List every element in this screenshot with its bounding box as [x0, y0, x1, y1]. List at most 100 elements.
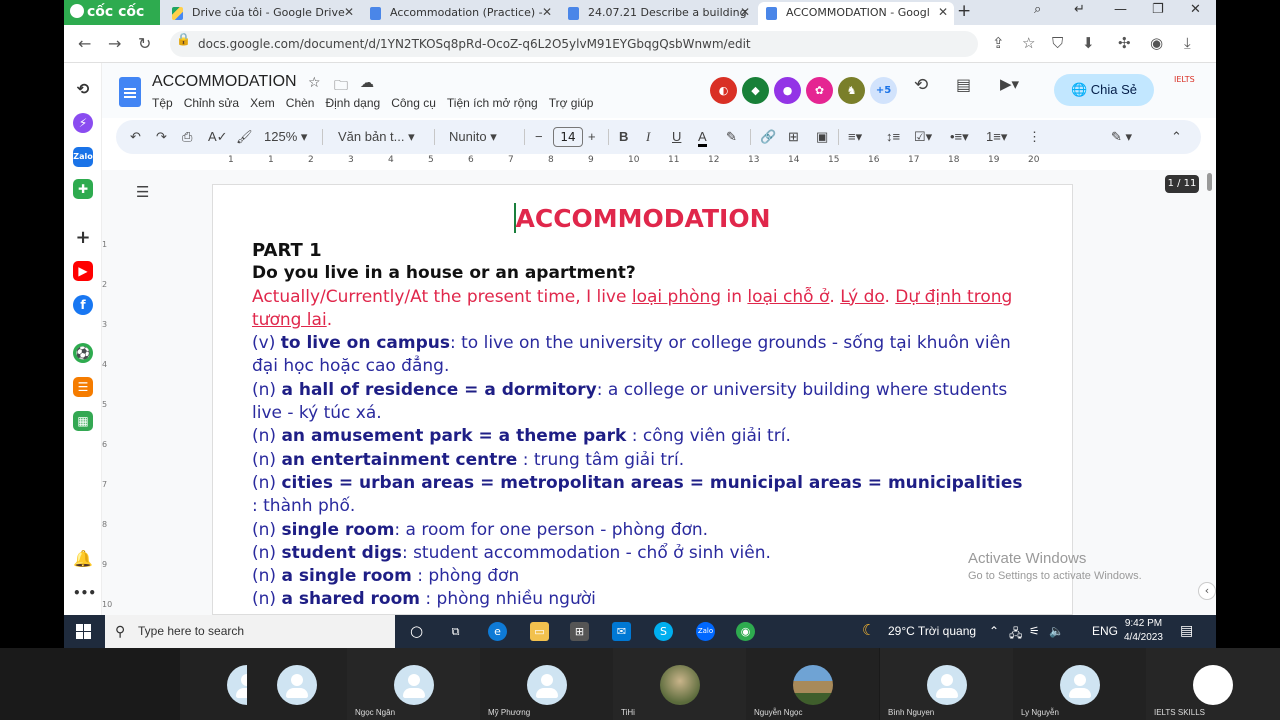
highlight-icon[interactable]: ✎: [726, 129, 737, 145]
profile-icon[interactable]: ◉: [1150, 34, 1163, 52]
close-icon[interactable]: ✕: [344, 2, 354, 23]
windows-start-icon[interactable]: [76, 624, 91, 639]
participant-tile[interactable]: Nguyễn Ngọc: [746, 648, 879, 720]
sheets-icon[interactable]: ▦: [73, 411, 93, 431]
system-clock[interactable]: 9:42 PM 4/4/2023: [1124, 617, 1163, 645]
shield-icon[interactable]: ⛉: [1052, 34, 1063, 52]
zalo-taskbar-icon[interactable]: Zalo: [696, 622, 715, 641]
menu-edit[interactable]: Chỉnh sửa: [184, 96, 239, 110]
participant-tile[interactable]: Ngọc Ngân: [347, 648, 480, 720]
notification-center-icon[interactable]: ▤: [1180, 622, 1193, 639]
share-button[interactable]: 🌐 Chia Sẻ: [1054, 74, 1154, 106]
bullet-list-icon[interactable]: •≡▾: [950, 129, 969, 145]
downloads-icon[interactable]: ⤓: [1184, 34, 1191, 52]
collapse-menu-icon[interactable]: ⌃: [1171, 129, 1182, 145]
participant-tile[interactable]: Ly Nguyễn: [1013, 648, 1146, 720]
menu-extensions[interactable]: Tiện ích mở rộng: [447, 96, 538, 110]
window-close-icon[interactable]: ✕: [1190, 2, 1201, 17]
link-icon[interactable]: 🔗: [760, 129, 776, 145]
more-toolbar-icon[interactable]: ⋮: [1028, 129, 1041, 145]
menu-help[interactable]: Trợ giúp: [549, 96, 594, 110]
collaborator-avatar[interactable]: ●: [774, 77, 801, 104]
print-icon[interactable]: ⎙: [182, 129, 192, 145]
task-view-icon[interactable]: ⧉: [446, 622, 465, 641]
moon-weather-icon[interactable]: ☾: [862, 621, 875, 639]
font-size-input[interactable]: 14: [553, 127, 583, 147]
tab-accommodation-practice[interactable]: Accommodation (Practice) - ✕: [362, 2, 558, 25]
extensions-puzzle-icon[interactable]: ✣: [1118, 34, 1131, 52]
mail-icon[interactable]: ✉: [612, 622, 631, 641]
account-avatar-icon[interactable]: IELTS: [1174, 75, 1195, 84]
cortana-icon[interactable]: ○: [407, 622, 426, 641]
tab-google-drive[interactable]: Drive của tôi - Google Drive ✕: [164, 2, 360, 25]
google-docs-logo-icon[interactable]: [119, 77, 141, 107]
messenger-icon[interactable]: ⚡: [73, 113, 93, 133]
shopping-icon[interactable]: ☰: [73, 377, 93, 397]
collaborator-avatar[interactable]: ✿: [806, 77, 833, 104]
back-history-icon[interactable]: ↵: [1074, 2, 1085, 17]
maximize-icon[interactable]: ❐: [1152, 2, 1164, 17]
share-page-icon[interactable]: ⇪: [992, 34, 1005, 52]
edge-icon[interactable]: e: [488, 622, 507, 641]
store-icon[interactable]: ⊞: [570, 622, 589, 641]
paint-format-icon[interactable]: 🖌: [236, 129, 253, 145]
text-color-icon[interactable]: A: [698, 129, 707, 147]
font-select[interactable]: Nunito ▾: [449, 129, 497, 145]
more-options-icon[interactable]: •••: [73, 583, 96, 603]
menu-format[interactable]: Định dạng: [325, 96, 380, 110]
checklist-icon[interactable]: ☑▾: [914, 129, 932, 145]
file-explorer-icon[interactable]: ▭: [530, 622, 549, 641]
document-page[interactable]: ACCOMMODATION PART 1 Do you live in a ho…: [212, 184, 1073, 615]
participant-tile[interactable]: IELTS SKILLS: [1146, 648, 1280, 720]
close-icon[interactable]: ✕: [542, 2, 552, 23]
document-outline-icon[interactable]: ☰: [136, 183, 149, 201]
editing-mode-icon[interactable]: ✎ ▾: [1111, 129, 1132, 145]
forward-arrow-icon[interactable]: →: [108, 34, 121, 53]
zalo-icon[interactable]: Zalo: [73, 147, 93, 167]
download-box-icon[interactable]: ⬇: [1082, 34, 1095, 52]
menu-insert[interactable]: Chèn: [286, 96, 315, 110]
add-icon[interactable]: +: [73, 228, 93, 248]
participant-tile[interactable]: [247, 648, 347, 720]
version-history-icon[interactable]: ⟲: [914, 75, 928, 95]
star-icon[interactable]: ☆: [308, 75, 321, 91]
document-title[interactable]: ACCOMMODATION: [152, 73, 297, 91]
more-collaborators-badge[interactable]: +5: [870, 77, 897, 104]
menu-file[interactable]: Tệp: [152, 96, 173, 110]
minimize-icon[interactable]: —: [1114, 2, 1127, 17]
menu-view[interactable]: Xem: [250, 96, 275, 110]
reload-icon[interactable]: ↻: [138, 34, 151, 53]
style-select[interactable]: Văn bản t... ▾: [338, 129, 415, 145]
comments-icon[interactable]: ▤: [956, 75, 971, 94]
weather-status[interactable]: 29°C Trời quang: [888, 624, 976, 638]
wifi-icon[interactable]: ⚟: [1029, 624, 1040, 638]
history-icon[interactable]: ⟲: [73, 79, 93, 99]
new-tab-plus-icon[interactable]: +: [957, 1, 971, 21]
tray-network-icon[interactable]: 🖧: [1009, 624, 1022, 645]
youtube-icon[interactable]: ▶: [73, 261, 93, 281]
football-icon[interactable]: ⚽: [73, 343, 93, 363]
undo-icon[interactable]: ↶: [130, 129, 141, 145]
participant-tile[interactable]: Bình Nguyen: [880, 648, 1013, 720]
document-body[interactable]: ACCOMMODATION PART 1 Do you live in a ho…: [252, 203, 1032, 612]
scrollbar-thumb[interactable]: [1207, 173, 1212, 191]
facebook-icon[interactable]: f: [73, 295, 93, 315]
numbered-list-icon[interactable]: 1≡▾: [986, 129, 1007, 145]
volume-icon[interactable]: 🔈: [1049, 624, 1064, 638]
menu-tools[interactable]: Công cụ: [391, 96, 436, 110]
redo-icon[interactable]: ↷: [156, 129, 167, 145]
line-spacing-icon[interactable]: ↕≡: [886, 129, 900, 144]
notification-bell-icon[interactable]: 🔔: [73, 549, 93, 569]
decrease-font-icon[interactable]: −: [535, 129, 543, 144]
tab-accommodation[interactable]: ACCOMMODATION - Googl ✕: [758, 2, 954, 25]
lock-icon[interactable]: 🔒: [176, 32, 191, 46]
increase-font-icon[interactable]: +: [588, 129, 596, 144]
language-indicator[interactable]: ENG: [1092, 624, 1118, 638]
back-arrow-icon[interactable]: ←: [78, 34, 91, 53]
insert-image-icon[interactable]: ▣: [816, 129, 828, 145]
coccoc-taskbar-icon[interactable]: ◉: [736, 622, 755, 641]
url-input[interactable]: docs.google.com/document/d/1YN2TKOSq8pRd…: [170, 31, 978, 57]
skype-icon[interactable]: S: [654, 622, 673, 641]
bookmark-star-icon[interactable]: ☆: [1022, 34, 1035, 52]
zoom-select[interactable]: 125% ▾: [264, 129, 307, 145]
